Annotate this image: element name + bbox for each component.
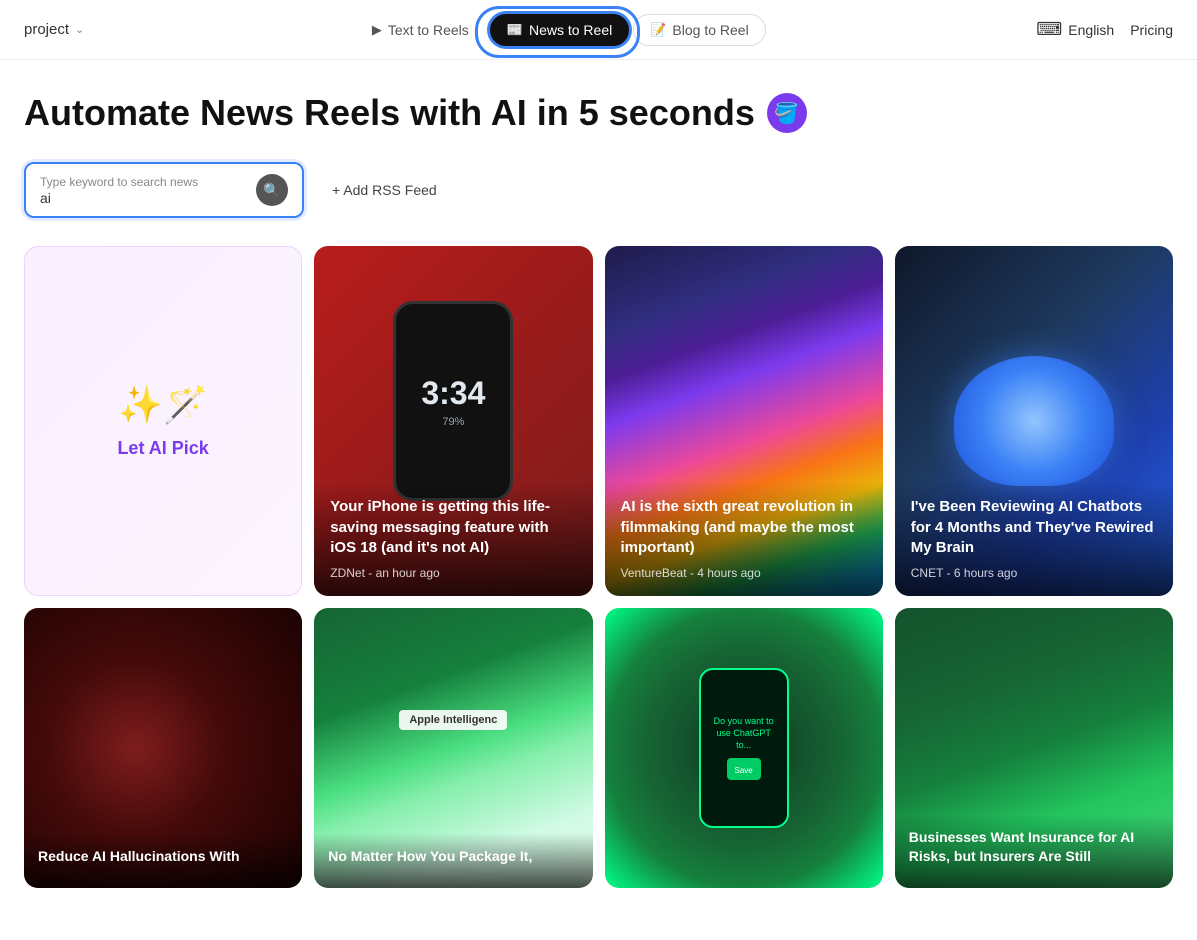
search-box: Type keyword to search news ai 🔍 [24, 162, 304, 218]
card-overlay-apple: No Matter How You Package It, [314, 833, 592, 888]
card-overlay-iphone: Your iPhone is getting this life-saving … [314, 481, 592, 596]
chevron-down-icon: ⌄ [75, 23, 84, 36]
news-grid-row1: ✨🪄 Let AI Pick 3:34 79% Your iPhone is g… [24, 246, 1173, 596]
main-content: Automate News Reels with AI in 5 seconds… [0, 60, 1197, 908]
news-card-apple[interactable]: Apple Intelligenc No Matter How You Pack… [314, 608, 592, 888]
card-title-hallucinations: Reduce AI Hallucinations With [38, 847, 288, 866]
tab-blog-to-reel[interactable]: 📝 Blog to Reel [633, 14, 765, 46]
project-label: project [24, 21, 69, 38]
card-title-apple: No Matter How You Package It, [328, 847, 578, 866]
brain-image [954, 356, 1114, 486]
card-overlay-insurance: Businesses Want Insurance for AI Risks, … [895, 814, 1173, 888]
apple-event-overlay: Apple Intelligenc [399, 710, 507, 730]
ai-pick-card[interactable]: ✨🪄 Let AI Pick [24, 246, 302, 596]
add-rss-button[interactable]: + Add RSS Feed [320, 174, 449, 206]
tab-news-to-reel[interactable]: 📰 News to Reel [490, 14, 629, 46]
card-overlay-hallucinations: Reduce AI Hallucinations With [24, 833, 302, 888]
language-selector[interactable]: ⌨ English [1036, 19, 1114, 40]
nav-right: ⌨ English Pricing [1036, 19, 1173, 40]
card-title-brain: I've Been Reviewing AI Chatbots for 4 Mo… [911, 497, 1157, 558]
news-icon: 📰 [507, 22, 523, 38]
video-icon: ▶ [372, 22, 382, 38]
card-meta-filmmaking: VentureBeat - 4 hours ago [621, 566, 867, 580]
tab-news-to-reel-label: News to Reel [529, 22, 612, 38]
rss-label: + Add RSS Feed [332, 182, 437, 198]
card-overlay-brain: I've Been Reviewing AI Chatbots for 4 Mo… [895, 481, 1173, 596]
tab-blog-to-reel-label: Blog to Reel [672, 22, 748, 38]
news-card-chatgpt[interactable]: Do you want to use ChatGPT to... Save [605, 608, 883, 888]
nav-tabs: ▶ Text to Reels 📰 News to Reel 📝 Blog to… [355, 14, 766, 46]
tab-text-to-reel[interactable]: ▶ Text to Reels [355, 14, 486, 46]
language-label: English [1068, 22, 1114, 38]
phone-time-display: 3:34 [421, 375, 485, 412]
search-row: Type keyword to search news ai 🔍 + Add R… [24, 162, 1173, 218]
translate-icon: ⌨ [1036, 19, 1062, 40]
card-title-iphone: Your iPhone is getting this life-saving … [330, 497, 576, 558]
project-selector[interactable]: project ⌄ [24, 21, 84, 38]
card-title-filmmaking: AI is the sixth great revolution in film… [621, 497, 867, 558]
card-title-insurance: Businesses Want Insurance for AI Risks, … [909, 828, 1159, 866]
green-phone-image: Do you want to use ChatGPT to... Save [699, 668, 789, 828]
search-button[interactable]: 🔍 [256, 174, 288, 206]
tab-text-to-reel-label: Text to Reels [388, 22, 469, 38]
ai-pick-label: Let AI Pick [117, 438, 208, 459]
magic-wand-icon: ✨🪄 [118, 384, 208, 426]
blog-icon: 📝 [650, 22, 666, 38]
robot-emoji: 🪣 [767, 93, 807, 133]
card-meta-iphone: ZDNet - an hour ago [330, 566, 576, 580]
search-inner: Type keyword to search news ai [40, 175, 248, 206]
page-title: Automate News Reels with AI in 5 seconds… [24, 92, 1173, 134]
news-card-hallucinations[interactable]: Reduce AI Hallucinations With [24, 608, 302, 888]
news-card-filmmaking[interactable]: AI is the sixth great revolution in film… [605, 246, 883, 596]
news-card-brain[interactable]: I've Been Reviewing AI Chatbots for 4 Mo… [895, 246, 1173, 596]
news-card-iphone[interactable]: 3:34 79% Your iPhone is getting this lif… [314, 246, 592, 596]
phone-image: 3:34 79% [393, 301, 513, 501]
pricing-link[interactable]: Pricing [1130, 22, 1173, 38]
navbar: project ⌄ ▶ Text to Reels 📰 News to Reel… [0, 0, 1197, 60]
card-meta-brain: CNET - 6 hours ago [911, 566, 1157, 580]
search-icon: 🔍 [263, 182, 280, 199]
news-card-insurance[interactable]: Businesses Want Insurance for AI Risks, … [895, 608, 1173, 888]
search-value: ai [40, 190, 248, 206]
search-placeholder: Type keyword to search news [40, 175, 248, 189]
news-grid-row2: Reduce AI Hallucinations With Apple Inte… [24, 608, 1173, 888]
card-overlay-filmmaking: AI is the sixth great revolution in film… [605, 481, 883, 596]
